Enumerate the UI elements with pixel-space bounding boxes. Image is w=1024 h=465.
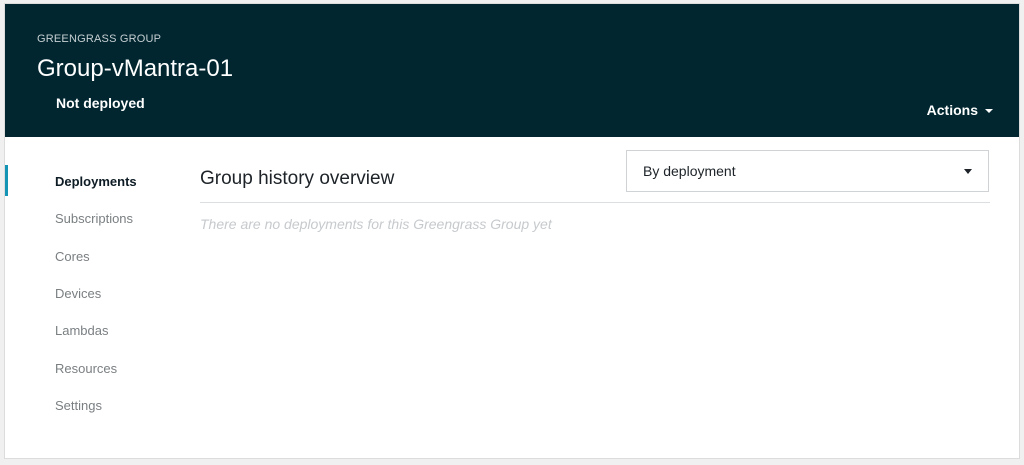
sidebar-item-deployments[interactable]: Deployments [55,174,137,189]
sidebar-item-devices[interactable]: Devices [55,286,101,301]
caret-down-icon [964,169,972,174]
group-header: GREENGRASS GROUP Group-vMantra-01 Not de… [5,4,1019,137]
group-sidebar-nav: Deployments Subscriptions Cores Devices … [5,137,175,437]
sidebar-item-lambdas[interactable]: Lambdas [55,323,108,338]
sidebar-item-subscriptions[interactable]: Subscriptions [55,211,133,226]
app-frame: GREENGRASS GROUP Group-vMantra-01 Not de… [4,3,1020,459]
group-title: Group-vMantra-01 [37,55,234,82]
caret-down-icon [985,108,993,113]
history-view-select[interactable]: By deployment [626,150,989,192]
actions-menu-button[interactable]: Actions [927,102,993,118]
section-divider [200,202,990,203]
section-title: Group history overview [200,168,395,189]
deployment-status: Not deployed [56,95,145,111]
empty-state-message: There are no deployments for this Greeng… [200,216,552,232]
sidebar-item-cores[interactable]: Cores [55,249,90,264]
group-type-label: GREENGRASS GROUP [37,33,162,45]
sidebar-item-settings[interactable]: Settings [55,398,102,413]
sidebar-item-resources[interactable]: Resources [55,361,117,376]
active-nav-indicator [5,165,8,196]
history-view-selected: By deployment [643,163,736,179]
actions-label: Actions [926,102,978,118]
